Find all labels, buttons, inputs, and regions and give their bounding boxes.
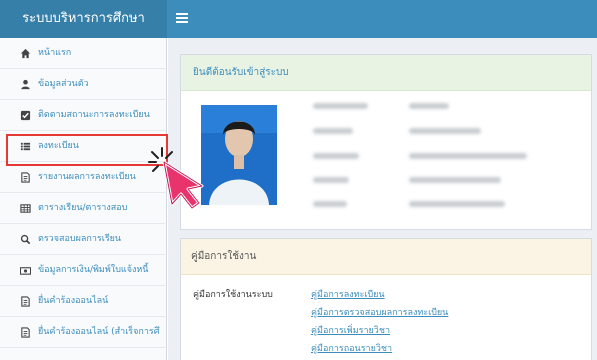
top-navbar: ระบบบริหารการศึกษา	[0, 0, 597, 38]
sidebar-item-online-petition-graduation[interactable]: ยื่นคำร้องออนไลน์ (สำเร็จการศึ	[0, 317, 167, 348]
manual-link-drop-course[interactable]: คู่มือการถอนรายวิชา	[311, 341, 392, 355]
sidebar-item-label: ตารางเรียน/ตารางสอบ	[38, 203, 128, 213]
welcome-panel: ยินดีต้อนรับเข้าสู่ระบบ	[180, 54, 592, 230]
profile-field-blurred	[409, 103, 449, 109]
sidebar-item-label: ข้อมูลส่วนตัว	[38, 79, 89, 89]
sidebar-item-profile[interactable]: ข้อมูลส่วนตัว	[0, 69, 167, 100]
manual-link-register[interactable]: คู่มือการลงทะเบียน	[311, 287, 385, 301]
manual-panel: คู่มือการใช้งาน คู่มือการใช้งานระบบ คู่ม…	[180, 238, 592, 360]
table-icon	[20, 204, 31, 213]
sidebar: หน้าแรก ข้อมูลส่วนตัว ติดตามสถานะการลงทะ…	[0, 38, 167, 360]
document-icon	[21, 172, 30, 183]
sidebar-item-label: ยื่นคำร้องออนไลน์ (สำเร็จการศึ	[38, 327, 160, 337]
profile-field-blurred	[409, 201, 505, 207]
sidebar-item-online-petition[interactable]: ยื่นคำร้องออนไลน์	[0, 286, 167, 317]
app-title[interactable]: ระบบบริหารการศึกษา	[0, 0, 167, 38]
home-icon	[20, 48, 31, 59]
manual-link-add-course[interactable]: คู่มือการเพิ่มรายวิชา	[311, 323, 390, 337]
highlight-box	[6, 134, 168, 166]
sidebar-item-label: ติดตามสถานะการลงทะเบียน	[38, 110, 150, 120]
sidebar-item-registration-report[interactable]: รายงานผลการลงทะเบียน	[0, 162, 167, 193]
hamburger-icon[interactable]	[176, 13, 188, 24]
profile-field-blurred	[313, 103, 368, 109]
user-icon	[21, 79, 30, 90]
sidebar-item-grades[interactable]: ตรวจสอบผลการเรียน	[0, 224, 167, 255]
document-icon	[21, 327, 30, 338]
sidebar-item-registration-status[interactable]: ติดตามสถานะการลงทะเบียน	[0, 100, 167, 131]
manual-title: คู่มือการใช้งาน	[181, 239, 591, 275]
profile-field-blurred	[313, 177, 349, 183]
check-square-icon	[20, 110, 31, 121]
sidebar-item-timetable[interactable]: ตารางเรียน/ตารางสอบ	[0, 193, 167, 224]
profile-field-blurred	[313, 128, 353, 134]
click-cursor-icon	[148, 147, 204, 210]
sidebar-item-label: ข้อมูลการเงิน/พิมพ์ใบแจ้งหนี้	[38, 265, 149, 275]
profile-field-blurred	[409, 128, 481, 134]
profile-field-blurred	[313, 201, 347, 207]
profile-field-blurred	[409, 153, 527, 159]
manual-label: คู่มือการใช้งานระบบ	[193, 290, 273, 300]
sidebar-item-label: รายงานผลการลงทะเบียน	[38, 172, 136, 182]
profile-field-blurred	[313, 153, 359, 159]
welcome-title: ยินดีต้อนรับเข้าสู่ระบบ	[181, 55, 591, 91]
search-icon	[20, 234, 31, 245]
document-icon	[21, 296, 30, 307]
manual-link-check-registration[interactable]: คู่มือการตรวจสอบผลการลงทะเบียน	[311, 305, 448, 319]
profile-field-blurred	[409, 177, 501, 183]
sidebar-item-label: ยื่นคำร้องออนไลน์	[38, 296, 109, 306]
sidebar-item-home[interactable]: หน้าแรก	[0, 38, 167, 69]
money-icon	[20, 267, 31, 275]
sidebar-item-label: หน้าแรก	[38, 48, 72, 58]
sidebar-item-label: ตรวจสอบผลการเรียน	[38, 234, 122, 244]
sidebar-item-finance[interactable]: ข้อมูลการเงิน/พิมพ์ใบแจ้งหนี้	[0, 255, 167, 286]
